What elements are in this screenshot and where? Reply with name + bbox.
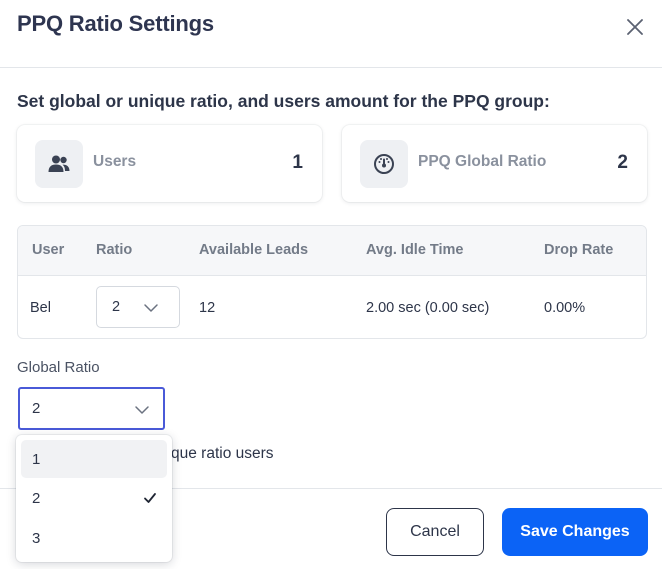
dropdown-option-1[interactable]: 1 <box>21 440 167 478</box>
checkmark-icon <box>144 493 156 503</box>
close-button[interactable] <box>622 14 648 40</box>
dropdown-option-label: 1 <box>32 451 41 468</box>
modal-subtitle: Set global or unique ratio, and users am… <box>17 91 550 111</box>
gauge-icon <box>360 140 408 188</box>
cancel-button[interactable]: Cancel <box>386 508 484 556</box>
global-ratio-card: PPQ Global Ratio 2 <box>342 125 647 202</box>
global-ratio-card-label: PPQ Global Ratio <box>418 153 547 170</box>
users-icon <box>35 140 83 188</box>
dropdown-option-label: 2 <box>32 490 41 507</box>
cell-drop-rate: 0.00% <box>544 300 586 316</box>
global-ratio-dropdown: 1 2 3 <box>16 435 172 562</box>
row-ratio-select[interactable]: 2 <box>96 286 180 328</box>
header-available-leads: Available Leads <box>199 242 309 258</box>
dropdown-option-label: 3 <box>32 530 41 547</box>
header-drop-rate: Drop Rate <box>544 242 614 258</box>
users-card: Users 1 <box>17 125 322 202</box>
unique-ratio-option-text: que ratio users <box>171 445 274 462</box>
header-user: User <box>32 242 65 258</box>
header-avg-idle-time: Avg. Idle Time <box>366 242 464 258</box>
users-card-label: Users <box>93 153 137 170</box>
header-ratio: Ratio <box>96 242 133 258</box>
table-header: User Ratio Available Leads Avg. Idle Tim… <box>18 226 646 276</box>
modal-header: PPQ Ratio Settings <box>0 0 662 68</box>
users-table: User Ratio Available Leads Avg. Idle Tim… <box>17 225 647 339</box>
users-card-value: 1 <box>292 152 303 173</box>
global-ratio-card-value: 2 <box>617 152 628 173</box>
row-ratio-value: 2 <box>112 299 121 315</box>
global-ratio-value: 2 <box>32 400 41 417</box>
save-changes-button[interactable]: Save Changes <box>502 508 648 556</box>
close-icon <box>627 19 643 35</box>
cell-available-leads: 12 <box>199 300 216 316</box>
dropdown-option-2[interactable]: 2 <box>21 479 167 517</box>
global-ratio-label: Global Ratio <box>17 359 100 376</box>
cell-user: Bel <box>30 300 51 316</box>
modal-title: PPQ Ratio Settings <box>17 11 214 36</box>
dropdown-option-3[interactable]: 3 <box>21 519 167 557</box>
chevron-down-icon <box>144 304 158 312</box>
cell-avg-idle-time: 2.00 sec (0.00 sec) <box>366 300 490 316</box>
global-ratio-select[interactable]: 2 <box>18 387 165 430</box>
chevron-down-icon <box>135 406 149 414</box>
